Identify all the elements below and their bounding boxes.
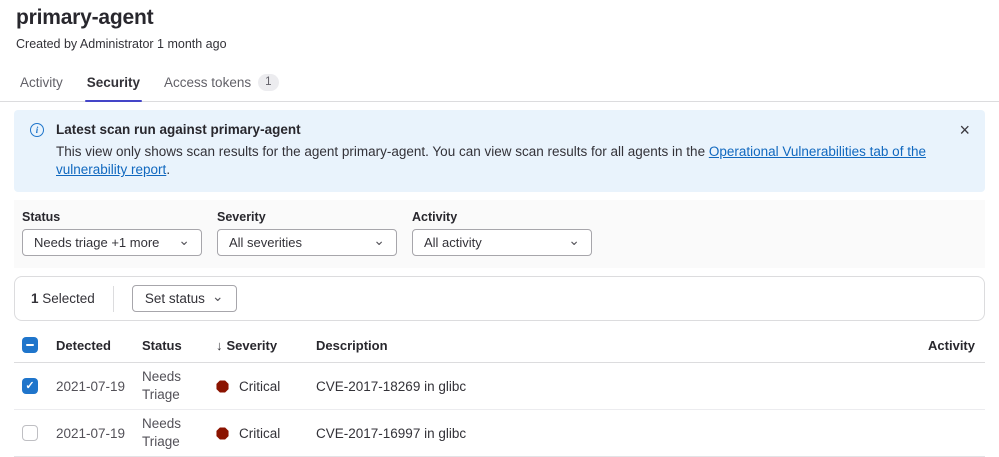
header-checkbox-cell [14,337,56,353]
chevron-down-icon: ⌄ [568,233,580,247]
severity-cell: Critical [216,379,316,394]
status-filter-value: Needs triage +1 more [34,235,159,250]
chevron-down-icon: ⌄ [178,233,190,247]
header-description[interactable]: Description [316,338,895,353]
table-row[interactable]: 2021-07-19 Needs Triage Critical CVE-201… [14,410,985,457]
status-cell: Needs Triage [142,368,216,406]
status-cell: Needs Triage [142,415,216,453]
status-filter-group: Status Needs triage +1 more ⌄ [22,210,202,256]
table-header-row: Detected Status ↓ Severity Description Ac… [14,329,985,363]
severity-filter-dropdown[interactable]: All severities ⌄ [217,229,397,256]
activity-filter-value: All activity [424,235,482,250]
severity-filter-group: Severity All severities ⌄ [217,210,397,256]
severity-critical-icon [216,427,229,440]
header-activity[interactable]: Activity [895,338,985,353]
table-row[interactable]: ✓ 2021-07-19 Needs Triage Critical CVE-2… [14,363,985,410]
access-tokens-count-badge: 1 [258,74,278,91]
severity-cell: Critical [216,426,316,441]
chevron-down-icon: ⌄ [212,289,224,303]
severity-label: Critical [239,426,280,441]
select-all-checkbox[interactable] [22,337,38,353]
header-severity-label: Severity [227,338,278,353]
banner-body: This view only shows scan results for th… [56,143,941,179]
page-header: primary-agent Created by Administrator 1… [0,0,999,51]
detected-cell: 2021-07-19 [56,379,142,394]
selected-count-text: 1 Selected [31,291,95,306]
banner-title: Latest scan run against primary-agent [56,122,941,137]
indeterminate-icon [26,344,34,346]
tab-access-tokens-label: Access tokens [164,75,251,90]
tab-security[interactable]: Security [75,65,152,101]
selected-count: 1 [31,291,39,306]
sort-down-icon: ↓ [216,338,223,353]
chevron-down-icon: ⌄ [373,233,385,247]
severity-filter-value: All severities [229,235,302,250]
description-cell[interactable]: CVE-2017-18269 in glibc [316,379,895,394]
scan-info-banner: i Latest scan run against primary-agent … [14,110,985,192]
page-subtitle: Created by Administrator 1 month ago [16,37,983,51]
tab-bar: Activity Security Access tokens 1 [0,65,999,102]
severity-critical-icon [216,380,229,393]
banner-content: Latest scan run against primary-agent Th… [56,122,941,179]
tab-access-tokens[interactable]: Access tokens 1 [152,65,290,101]
row-checkbox[interactable]: ✓ [22,378,38,394]
info-icon: i [30,123,44,137]
row-checkbox[interactable] [22,425,38,441]
close-icon[interactable]: × [957,119,972,141]
description-cell[interactable]: CVE-2017-16997 in glibc [316,426,895,441]
status-filter-label: Status [22,210,202,224]
selected-label: Selected [42,291,95,306]
banner-body-text: This view only shows scan results for th… [56,144,709,159]
header-severity[interactable]: ↓ Severity [216,338,316,353]
activity-filter-label: Activity [412,210,592,224]
divider [113,286,114,312]
set-status-button[interactable]: Set status ⌄ [132,285,237,312]
tab-activity[interactable]: Activity [8,65,75,101]
filter-bar: Status Needs triage +1 more ⌄ Severity A… [14,200,985,268]
detected-cell: 2021-07-19 [56,426,142,441]
row-checkbox-cell [14,425,56,441]
tab-security-label: Security [87,75,140,90]
set-status-label: Set status [145,291,205,306]
page-title: primary-agent [16,6,983,30]
header-detected[interactable]: Detected [56,338,142,353]
tab-activity-label: Activity [20,75,63,90]
severity-filter-label: Severity [217,210,397,224]
activity-filter-dropdown[interactable]: All activity ⌄ [412,229,592,256]
severity-label: Critical [239,379,280,394]
row-checkbox-cell: ✓ [14,378,56,394]
vulnerability-table: Detected Status ↓ Severity Description Ac… [14,329,985,457]
header-status[interactable]: Status [142,338,216,353]
status-filter-dropdown[interactable]: Needs triage +1 more ⌄ [22,229,202,256]
activity-filter-group: Activity All activity ⌄ [412,210,592,256]
banner-body-suffix: . [166,162,170,177]
selection-bar: 1 Selected Set status ⌄ [14,276,985,321]
